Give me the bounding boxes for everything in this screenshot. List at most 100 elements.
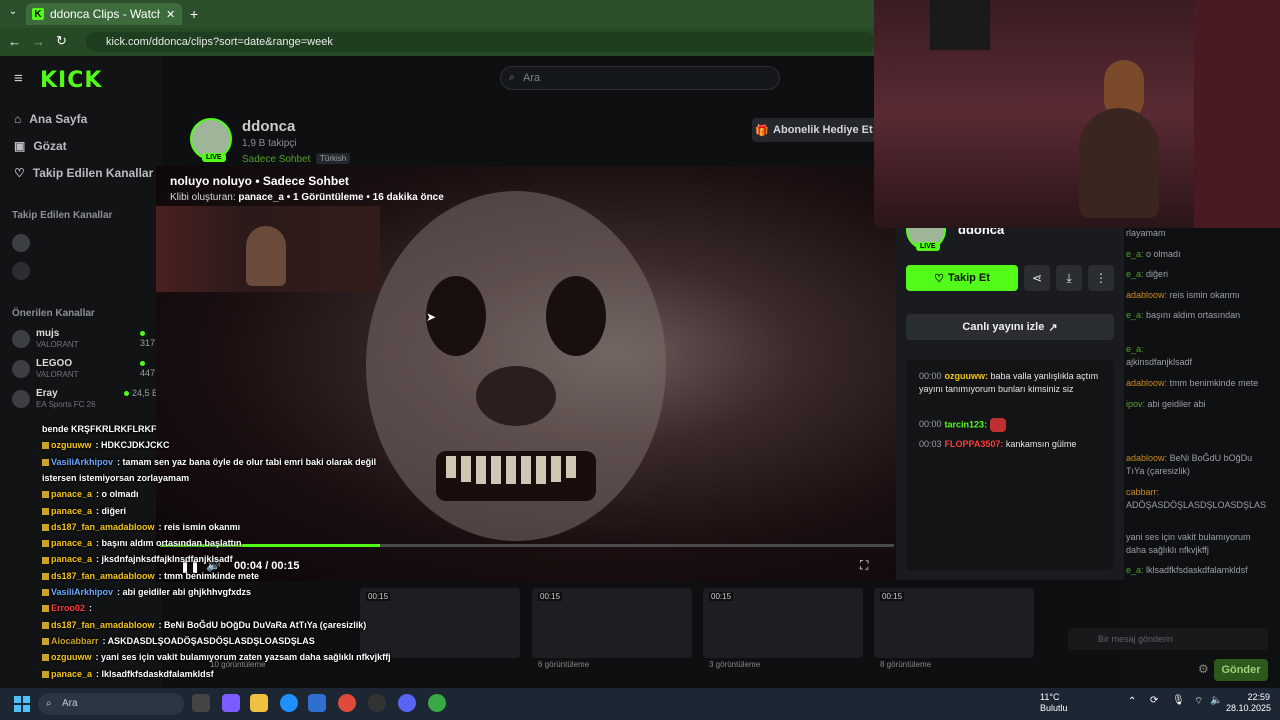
watch-live-button[interactable]: Canlı yayını izle ↗ [906,314,1114,340]
back-icon[interactable]: ← [8,34,21,49]
overlay-chat-line: panace_a: başını aldım ortasından başlat… [42,538,242,548]
copilot-icon[interactable] [222,694,240,712]
app-icon[interactable] [368,694,386,712]
search-input[interactable]: ⌕ Ara [500,66,780,90]
channel-category[interactable]: Sadece Sohbet [242,154,310,165]
clip-duration: 00:15 [366,592,391,601]
language-tag[interactable]: Türkish [316,153,351,164]
file-explorer-icon[interactable] [250,694,268,712]
overlay-chat-line: ds187_fan_amadabloow: reis ismin okanmı [42,522,240,532]
clock[interactable]: 22:59 28.10.2025 [1226,692,1271,714]
followed-heading: Takip Edilen Kanallar [12,210,113,221]
store-icon[interactable] [308,694,326,712]
windows-start-icon[interactable] [14,696,30,712]
close-tab-icon[interactable]: ✕ [166,8,175,21]
channel-name: mujs [36,328,60,339]
panel-live-badge: LIVE [916,242,940,251]
clip-thumbnail[interactable]: 00:15 10 görüntüleme [210,588,520,669]
clip-creator[interactable]: panace_a [238,192,284,203]
recommended-channel[interactable]: mujs VALORANT 317 [12,326,160,354]
share-icon: ⋖ [1031,271,1043,285]
task-view-icon[interactable] [192,694,210,712]
search-placeholder: Ara [523,72,541,84]
taskbar-search[interactable]: ⌕ Ara [38,693,184,715]
more-options-button[interactable]: ⋮ [1088,265,1114,291]
overlay-chat-line: ozguuww: HDKCJDKJCKC [42,440,170,450]
clip-thumbnail[interactable]: 00:15 3 görüntüleme [703,588,863,669]
followed-channel[interactable] [12,234,30,252]
chat-badge-icon [42,458,49,466]
overlay-chat-line: panace_a: o olmadı [42,489,139,499]
chat-badge-icon [42,556,49,564]
clip-thumbnail[interactable]: 00:15 6 görüntüleme [532,588,692,669]
discord-icon[interactable] [398,694,416,712]
mic-icon[interactable]: 🎙 [1172,695,1185,706]
weather-widget[interactable]: 11°C Bulutlu [1040,692,1068,714]
chat-user: e_a: [1126,565,1144,575]
chat-user[interactable]: ozguuww [945,371,986,381]
chat-text: : yani ses için vakit bulamıyorum zaten … [95,652,391,663]
nav-browse[interactable]: ▣ Gözat [14,139,67,153]
live-dot-icon [124,391,129,396]
speaker-icon[interactable]: 🔈 [1210,695,1222,706]
chrome-icon[interactable] [338,694,356,712]
clip-thumbnail[interactable]: 00:15 8 görüntüleme [874,588,1034,669]
chat-text: bende KRŞFKRLRKFLRKF [42,424,157,434]
chat-user[interactable]: tarcin123 [945,419,985,429]
network-icon[interactable]: ⟳ [1150,695,1158,706]
wifi-icon[interactable]: ⌔ [1194,695,1203,708]
chat-user: ipov: [1126,399,1146,409]
chat-line: e_a: diğeri [1126,269,1168,279]
channel-category: VALORANT [36,340,79,349]
gift-sub-button[interactable]: 🎁 Abonelik Hediye Et [752,118,876,142]
nav-home[interactable]: ⌂ Ana Sayfa [14,112,87,126]
overlay-chat-line: ds187_fan_amadabloow: tmm benimkinde met… [42,571,259,581]
chat-text: abi geidiler abi [1147,399,1206,409]
chat-user: e_a: [1126,310,1144,320]
chat-user[interactable]: FLOPPA3507 [945,439,1001,449]
follow-button[interactable]: ♡ Takip Et [906,265,1018,291]
browser-tab[interactable]: K ddonca Clips - Watch Live c ✕ [26,3,182,25]
download-button[interactable]: ⤓ [1056,265,1082,291]
reload-icon[interactable]: ↻ [56,33,67,49]
clip-views: • 1 Görüntüleme • [286,192,370,203]
fullscreen-icon[interactable]: ⛶ [860,558,868,573]
tab-list-button[interactable]: ⌄ [6,6,20,20]
settings-icon[interactable]: ⚙ [1198,662,1209,676]
chat-user: panace_a [51,489,93,500]
kick-logo[interactable]: KICK [40,68,102,93]
chat-text: : abi geidiler abi ghjkhhvgfxdzs [117,587,252,597]
edge-icon[interactable] [280,694,298,712]
clips-row: 00:15 10 görüntüleme 00:15 6 görüntüleme 0… [210,588,1060,688]
new-tab-button[interactable]: + [190,6,198,22]
chat-user: adabloow: [1126,453,1168,463]
chat-time: 00:00 [919,419,942,430]
followed-channel[interactable] [12,262,30,280]
avatar [12,360,30,378]
channel-name[interactable]: ddonca [242,118,295,135]
chat-badge-icon [42,572,49,580]
emote-icon [989,418,1006,432]
share-button[interactable]: ⋖ [1024,265,1050,291]
nav-following[interactable]: ♡ Takip Edilen Kanallar [14,166,153,180]
send-button[interactable]: Gönder [1214,659,1268,681]
chat-user: adabloow: [1126,378,1168,388]
url-field[interactable]: kick.com/ddonca/clips?sort=date&range=we… [86,32,876,52]
recommended-channel[interactable]: LEGOO VALORANT 447 [12,356,160,384]
chat-line: e_a: lklsadfkfsdaskdfalamkldsf [1126,565,1248,575]
forward-icon[interactable]: → [32,34,45,49]
chat-line: daha sağlıklı nfkvjkffj [1126,545,1209,555]
chat-message-input[interactable]: Bir mesaj gönderin [1068,628,1268,650]
chat-text: tmm benimkinde mete [1169,378,1259,388]
watch-live-label: Canlı yayını izle [962,321,1045,333]
clip-views: 3 görüntüleme [709,660,761,669]
chat-line: ipov: abi geidiler abi [1126,399,1206,409]
recommended-channel[interactable]: Eray EA Sports FC 26 24,5 E [12,386,160,414]
clip-views: 8 görüntüleme [880,660,932,669]
menu-icon[interactable]: ≡ [14,70,23,87]
search-icon: ⌕ [509,72,515,83]
chat-input-placeholder: Bir mesaj gönderin [1098,634,1174,644]
chrome-kick-icon[interactable] [428,694,446,712]
chat-line: e_a: başını aldım ortasından [1126,310,1240,320]
tray-chevron-icon[interactable]: ⌃ [1128,696,1136,707]
